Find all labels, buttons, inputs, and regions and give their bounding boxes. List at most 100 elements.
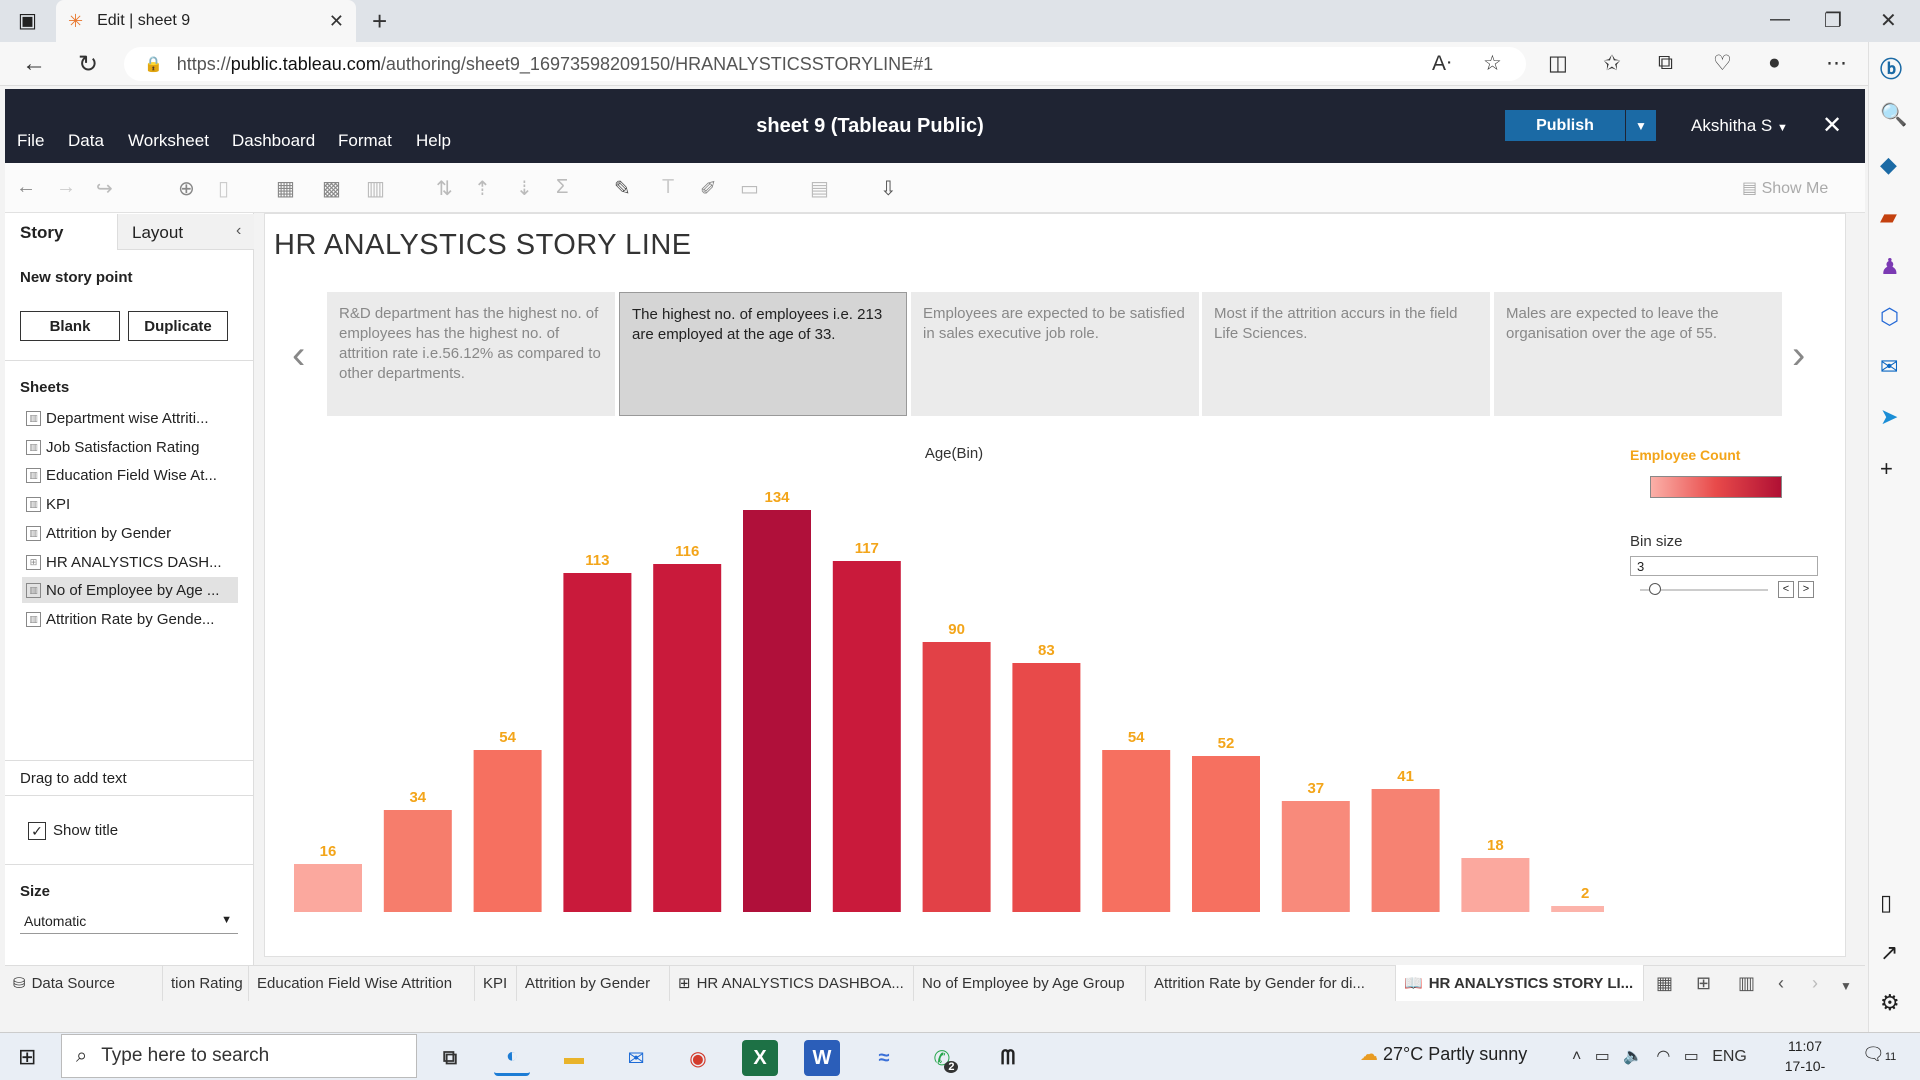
story-point-card[interactable]: R&D department has the highest no. of em… <box>327 292 615 416</box>
restore-icon[interactable]: ❐ <box>1824 8 1842 33</box>
tab-actions-icon[interactable]: ▣ <box>18 8 37 33</box>
sidebar-layout-icon[interactable]: ▯ <box>1880 890 1892 916</box>
tab-data-source[interactable]: ⛁ Data Source <box>5 965 163 1001</box>
bin-size-input[interactable]: 3 <box>1630 556 1818 576</box>
drag-to-add-text[interactable]: Drag to add text <box>20 770 127 787</box>
sheet-item[interactable]: ▥ Attrition Rate by Gende... <box>22 606 238 632</box>
file-explorer-icon[interactable]: ▬ <box>556 1040 592 1076</box>
duplicate-button[interactable]: Duplicate <box>128 311 228 341</box>
story-point-card[interactable]: Males are expected to leave the organisa… <box>1494 292 1782 416</box>
excel-icon[interactable]: X <box>742 1040 778 1076</box>
whatsapp-icon[interactable]: ✆ 2 <box>928 1040 964 1076</box>
replay-icon[interactable]: ↪ <box>96 176 113 201</box>
sheet-item[interactable]: ▥ Attrition by Gender <box>22 520 238 546</box>
mail-icon[interactable]: ✉ <box>618 1040 654 1076</box>
minimize-icon[interactable]: — <box>1770 8 1790 31</box>
user-menu[interactable]: Akshitha S ▼ <box>1691 116 1788 136</box>
sheet-item[interactable]: ▥ Department wise Attriti... <box>22 405 238 431</box>
back-icon[interactable]: ← <box>22 50 46 78</box>
outlook-icon[interactable]: ✉ <box>1880 354 1898 380</box>
sheet-tab[interactable]: KPI <box>475 965 517 1001</box>
weather-widget[interactable]: ☁ 27°C Partly sunny <box>1360 1044 1527 1065</box>
read-aloud-icon[interactable]: Aᐧ <box>1432 51 1451 76</box>
tab-story[interactable]: Story <box>5 214 118 250</box>
undo-icon[interactable]: ← <box>16 176 36 199</box>
favorite-icon[interactable]: ☆ <box>1483 51 1502 76</box>
tools-icon[interactable]: ▰ <box>1880 204 1897 230</box>
show-me-button[interactable]: ▤ Show Me <box>1742 178 1828 198</box>
decrement-icon[interactable]: < <box>1778 581 1794 598</box>
bar[interactable] <box>922 642 991 912</box>
previous-story-point-icon[interactable]: ‹ <box>292 333 305 378</box>
bar[interactable] <box>743 510 811 912</box>
browser-essentials-icon[interactable]: ♡ <box>1713 51 1732 76</box>
bar[interactable] <box>473 750 542 912</box>
copilot-icon[interactable]: ⬡ <box>1880 304 1899 330</box>
split-screen-icon[interactable]: ◫ <box>1548 51 1568 76</box>
search-sidebar-icon[interactable]: 🔍 <box>1880 102 1907 128</box>
window-close-icon[interactable]: ✕ <box>1880 8 1897 33</box>
next-story-point-icon[interactable]: › <box>1792 333 1805 378</box>
redo-icon[interactable]: → <box>56 176 76 199</box>
chrome-icon[interactable]: ◉ <box>680 1040 716 1076</box>
menu-help[interactable]: Help <box>416 131 451 151</box>
bar[interactable] <box>1192 756 1260 912</box>
sheet-tab[interactable]: tion Rating <box>163 965 249 1001</box>
publish-button[interactable]: Publish <box>1505 110 1625 141</box>
menu-data[interactable]: Data <box>68 131 104 151</box>
menu-format[interactable]: Format <box>338 131 392 151</box>
highlight-icon[interactable]: ✎ <box>614 176 631 201</box>
sheet-tab[interactable]: No of Employee by Age Group <box>914 965 1146 1001</box>
swap-icon[interactable]: ⇅ <box>436 176 453 201</box>
task-view-icon[interactable]: ⧉ <box>432 1040 468 1076</box>
sort-asc-icon[interactable]: ⇡ <box>474 176 491 201</box>
bar[interactable] <box>653 564 722 912</box>
new-worksheet-icon[interactable]: ▦ <box>276 176 295 201</box>
show-title-checkbox[interactable]: ✓ <box>28 822 46 840</box>
menu-dashboard[interactable]: Dashboard <box>232 131 315 151</box>
menu-file[interactable]: File <box>17 131 44 151</box>
notifications-icon[interactable]: 🗨11 <box>1862 1044 1896 1065</box>
pause-updates-icon[interactable]: ▯ <box>218 176 229 201</box>
sheet-tab[interactable]: Attrition by Gender <box>517 965 670 1001</box>
size-select[interactable]: Automatic ▼ <box>20 908 238 934</box>
increment-icon[interactable]: > <box>1798 581 1814 598</box>
settings-icon[interactable]: ⚙ <box>1880 990 1900 1016</box>
windows-start-icon[interactable]: ⊞ <box>18 1044 36 1070</box>
app-icon[interactable]: ≈ <box>866 1040 902 1076</box>
new-worksheet-tab-icon[interactable]: ▦ <box>1656 973 1673 994</box>
scroll-tabs-right-icon[interactable]: › <box>1812 973 1818 994</box>
bar[interactable] <box>1012 663 1081 912</box>
url-input[interactable]: 🔒 https://public.tableau.com/authoring/s… <box>124 47 1526 81</box>
bar[interactable] <box>832 561 901 912</box>
games-icon[interactable]: ♟ <box>1880 254 1900 280</box>
tabs-menu-icon[interactable]: ▼ <box>1840 979 1852 993</box>
bar[interactable] <box>1551 906 1604 912</box>
bing-icon[interactable]: ⓑ <box>1880 52 1902 84</box>
sheet-item[interactable]: ⊞ HR ANALYSTICS DASH... <box>22 549 238 575</box>
bar[interactable] <box>1281 801 1350 912</box>
bar[interactable] <box>383 810 452 912</box>
tab-layout[interactable]: Layout <box>118 214 254 250</box>
color-legend-ramp[interactable] <box>1650 476 1782 498</box>
new-story-tab-icon[interactable]: ▥ <box>1738 973 1755 994</box>
sheet-tab[interactable]: ⊞ HR ANALYSTICS DASHBOA... <box>670 965 914 1001</box>
duplicate-sheet-icon[interactable]: ▩ <box>322 176 341 201</box>
bar[interactable] <box>1102 750 1171 912</box>
bar[interactable] <box>294 864 362 912</box>
bin-size-slider-thumb[interactable] <box>1649 583 1661 595</box>
sheet-tab[interactable]: Attrition Rate by Gender for di... <box>1146 965 1396 1001</box>
download-icon[interactable]: ⇩ <box>880 176 897 201</box>
reload-icon[interactable]: ↻ <box>78 50 98 79</box>
favorites-icon[interactable]: ✩ <box>1603 51 1621 76</box>
sheet-item[interactable]: ▥ Job Satisfaction Rating <box>22 434 238 460</box>
story-point-card[interactable]: Employees are expected to be satisfied i… <box>911 292 1199 416</box>
shopping-icon[interactable]: ◆ <box>1880 152 1897 178</box>
bar[interactable] <box>1371 789 1440 912</box>
edge-icon[interactable]: ◐ <box>494 1040 530 1076</box>
publish-dropdown-icon[interactable]: ▼ <box>1626 110 1656 141</box>
new-datasource-icon[interactable]: ⊕ <box>178 176 195 201</box>
clear-sheet-icon[interactable]: ▥ <box>366 176 385 201</box>
more-icon[interactable]: ⋯ <box>1826 51 1847 76</box>
open-external-icon[interactable]: ↗ <box>1880 940 1898 966</box>
